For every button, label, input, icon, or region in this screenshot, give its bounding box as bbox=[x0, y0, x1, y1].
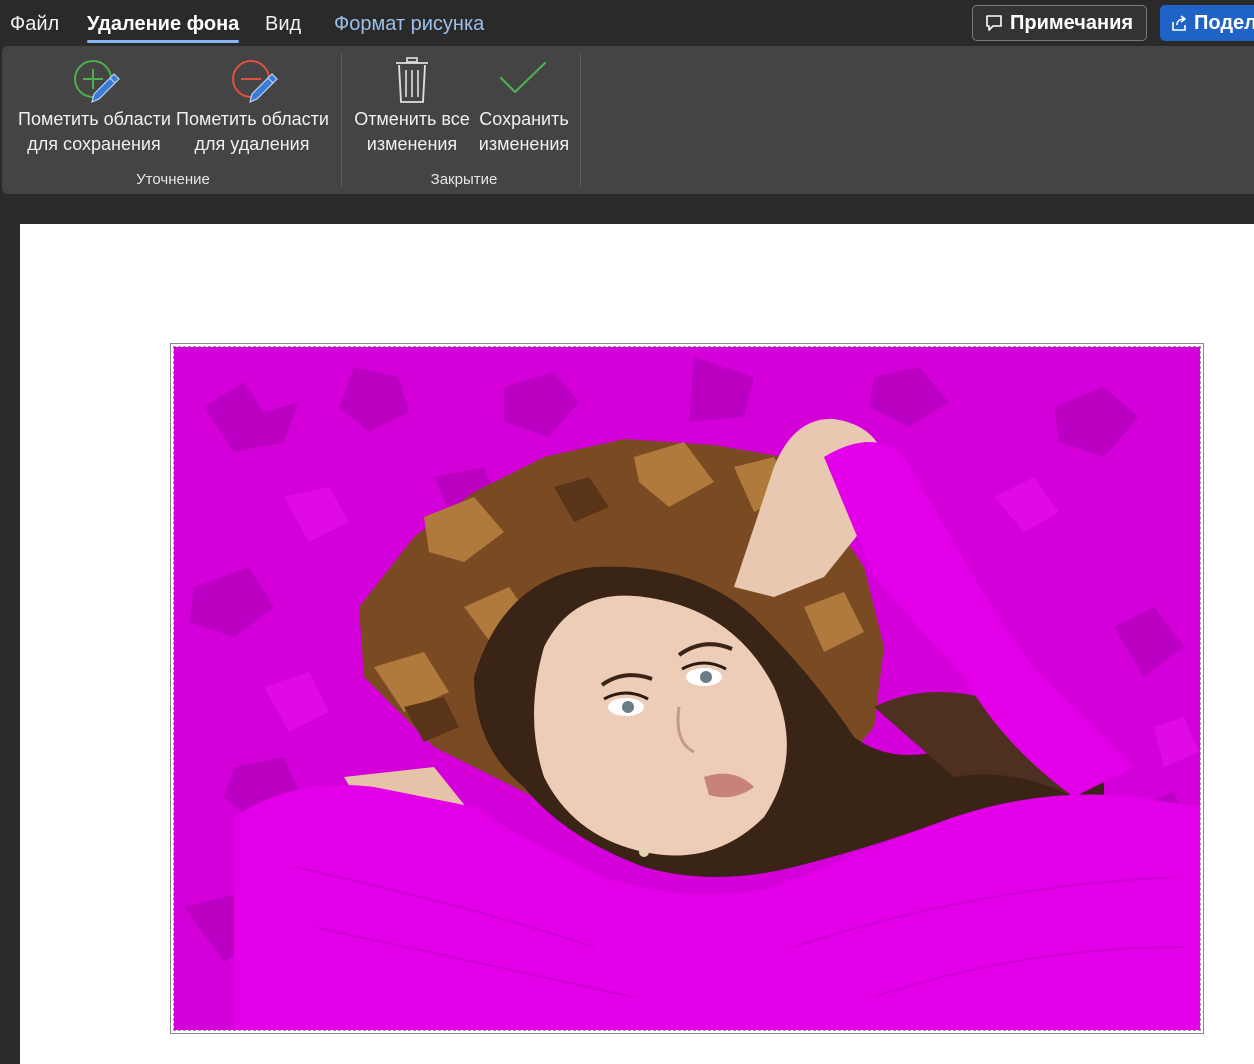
mark-keep-label-line1: Пометить области bbox=[18, 109, 171, 129]
checkmark-icon bbox=[499, 61, 547, 94]
trash-icon bbox=[396, 57, 428, 103]
tab-background-removal[interactable]: Удаление фона bbox=[87, 11, 240, 43]
comments-button-label: Примечания bbox=[1010, 11, 1134, 34]
photo-woman-autumn-leaves bbox=[174, 347, 1200, 1030]
tab-file[interactable]: Файл bbox=[10, 11, 59, 37]
ribbon-separator bbox=[341, 54, 342, 186]
share-icon bbox=[1172, 15, 1186, 31]
document-canvas bbox=[0, 194, 1254, 1064]
menu-bar: Файл Удаление фона Вид Формат рисунка Пр… bbox=[0, 0, 1254, 46]
share-button[interactable]: Подел bbox=[1160, 5, 1254, 41]
ribbon: Пометить области для сохранения Пометить… bbox=[2, 46, 1254, 194]
mark-remove-icon bbox=[232, 60, 278, 104]
mark-keep-label-line2: для сохранения bbox=[27, 134, 161, 154]
comments-button[interactable]: Примечания bbox=[972, 5, 1147, 41]
discard-label-line1: Отменить все bbox=[354, 109, 470, 129]
share-button-label: Подел bbox=[1194, 11, 1254, 34]
ribbon-separator bbox=[580, 54, 581, 186]
mark-remove-label-line2: для удаления bbox=[194, 134, 310, 154]
mark-remove-label-line1: Пометить области bbox=[176, 109, 329, 129]
document-page bbox=[20, 224, 1254, 1064]
group-label-close: Закрытие bbox=[430, 171, 498, 188]
comment-icon bbox=[986, 15, 1002, 31]
save-label-line1: Сохранить bbox=[479, 109, 569, 129]
tab-view[interactable]: Вид bbox=[265, 11, 301, 37]
save-label-line2: изменения bbox=[478, 134, 570, 154]
tab-picture-format[interactable]: Формат рисунка bbox=[334, 11, 484, 37]
group-label-refine: Уточнение bbox=[136, 171, 210, 188]
discard-label-line2: изменения bbox=[366, 134, 458, 154]
mark-keep-icon bbox=[74, 60, 120, 104]
picture[interactable] bbox=[173, 346, 1201, 1031]
picture-selection-frame[interactable] bbox=[170, 343, 1204, 1034]
